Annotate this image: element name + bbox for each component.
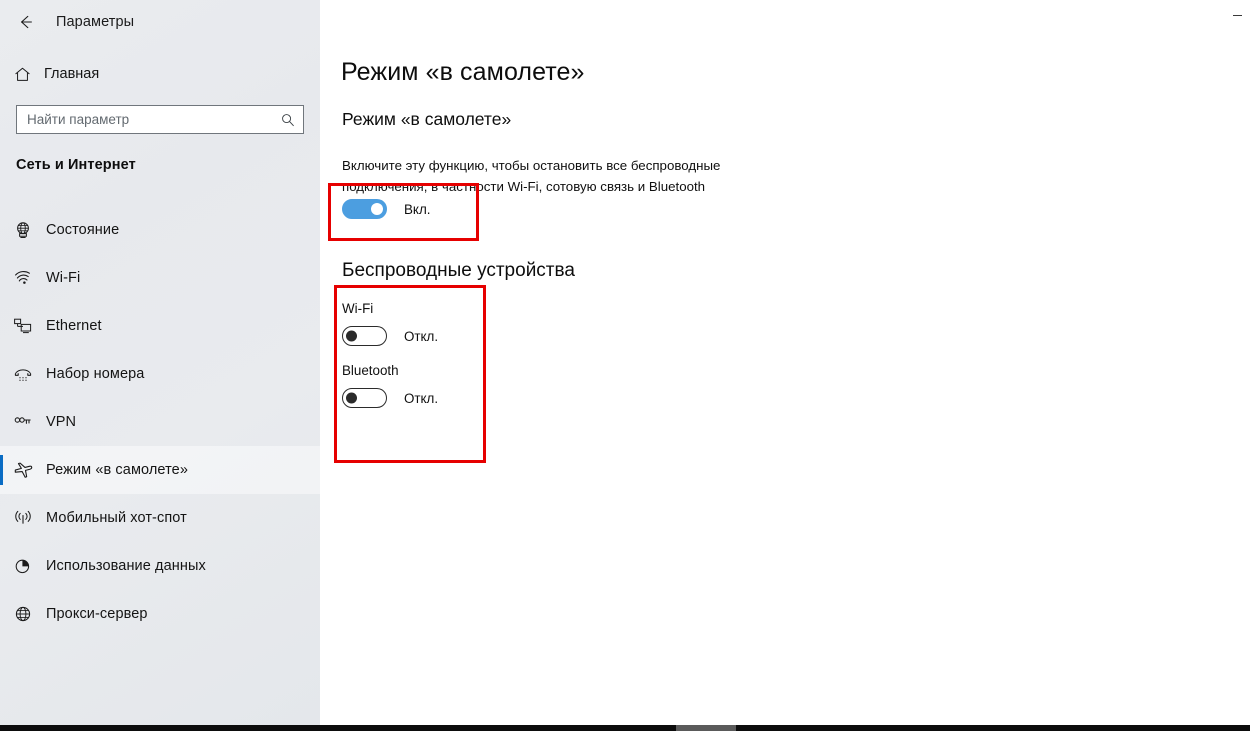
sidebar-section-title: Сеть и Интернет: [16, 157, 136, 173]
vpn-icon: [0, 412, 46, 432]
back-button[interactable]: [8, 4, 44, 40]
sidebar-item-wifi[interactable]: Wi-Fi: [0, 254, 320, 302]
wifi-toggle-state: Откл.: [404, 328, 439, 344]
toggle-knob: [371, 203, 383, 215]
ethernet-icon: [0, 316, 46, 336]
wireless-device-bluetooth: Bluetooth Откл.: [342, 362, 438, 408]
sidebar: Параметры Главная Сеть и Интернет: [0, 0, 320, 725]
sidebar-item-label: Wi-Fi: [46, 270, 81, 286]
main-content: Режим «в самолете» Режим «в самолете» Вк…: [320, 0, 1250, 725]
sidebar-item-label: Использование данных: [46, 558, 206, 574]
sidebar-item-vpn[interactable]: VPN: [0, 398, 320, 446]
taskbar-active-segment: [676, 725, 736, 731]
sidebar-item-label: Прокси-сервер: [46, 606, 148, 622]
wireless-devices-section-heading: Беспроводные устройства: [342, 260, 575, 281]
title-bar: Параметры: [0, 0, 320, 44]
sidebar-item-proxy[interactable]: Прокси-сервер: [0, 590, 320, 638]
sidebar-item-label: Ethernet: [46, 318, 102, 334]
toggle-knob: [346, 392, 357, 404]
search-box[interactable]: [16, 105, 304, 134]
sidebar-item-mobile-hotspot[interactable]: Мобильный хот-спот: [0, 494, 320, 542]
sidebar-item-label: Главная: [44, 66, 100, 82]
device-label: Wi-Fi: [342, 301, 374, 316]
sidebar-item-label: VPN: [46, 414, 77, 430]
hotspot-icon: [0, 508, 46, 528]
airplane-mode-toggle-row[interactable]: Вкл.: [342, 199, 430, 219]
sidebar-item-label: Набор номера: [46, 366, 145, 382]
settings-window: Параметры Главная Сеть и Интернет: [0, 0, 1250, 725]
search-input[interactable]: [17, 106, 267, 133]
sidebar-item-airplane-mode[interactable]: Режим «в самолете»: [0, 446, 320, 494]
minimize-button[interactable]: [1228, 8, 1246, 22]
dialup-phone-icon: [0, 364, 46, 384]
status-globe-icon: [0, 220, 46, 240]
airplane-mode-toggle[interactable]: [342, 199, 387, 219]
sidebar-item-label: Мобильный хот-спот: [46, 510, 187, 526]
sidebar-item-ethernet[interactable]: Ethernet: [0, 302, 320, 350]
bluetooth-toggle-row[interactable]: Откл.: [342, 388, 438, 408]
wireless-device-wifi: Wi-Fi Откл.: [342, 300, 438, 346]
minimize-icon: [1232, 14, 1242, 16]
sidebar-item-dialup[interactable]: Набор номера: [0, 350, 320, 398]
search-icon[interactable]: [280, 106, 296, 133]
toggle-knob: [346, 330, 357, 342]
app-title: Параметры: [56, 14, 135, 30]
sidebar-item-status[interactable]: Состояние: [0, 206, 320, 254]
sidebar-nav-list: Состояние Wi-Fi Ethernet Набор номера VP…: [0, 206, 320, 638]
bluetooth-toggle[interactable]: [342, 388, 387, 408]
airplane-mode-description: Включите эту функцию, чтобы остановить в…: [342, 158, 721, 194]
page-title: Режим «в самолете»: [341, 58, 585, 86]
sidebar-item-label: Состояние: [46, 222, 120, 238]
airplane-mode-toggle-state: Вкл.: [404, 201, 431, 217]
bluetooth-toggle-state: Откл.: [404, 390, 439, 406]
wifi-toggle-row[interactable]: Откл.: [342, 326, 438, 346]
wifi-icon: [0, 268, 46, 288]
back-arrow-icon: [16, 12, 36, 32]
device-label: Bluetooth: [342, 363, 399, 378]
wireless-devices-list: Wi-Fi Откл. Bluetooth Откл.: [342, 300, 438, 424]
home-icon: [0, 65, 44, 84]
data-usage-pie-icon: [0, 556, 46, 576]
sidebar-item-home[interactable]: Главная: [0, 57, 320, 91]
taskbar-strip: [0, 725, 1250, 731]
sidebar-item-data-usage[interactable]: Использование данных: [0, 542, 320, 590]
airplane-icon: [0, 460, 46, 481]
wifi-toggle[interactable]: [342, 326, 387, 346]
proxy-globe-icon: [0, 604, 46, 624]
sidebar-item-label: Режим «в самолете»: [46, 462, 189, 478]
airplane-mode-section-heading: Режим «в самолете»: [342, 109, 512, 129]
